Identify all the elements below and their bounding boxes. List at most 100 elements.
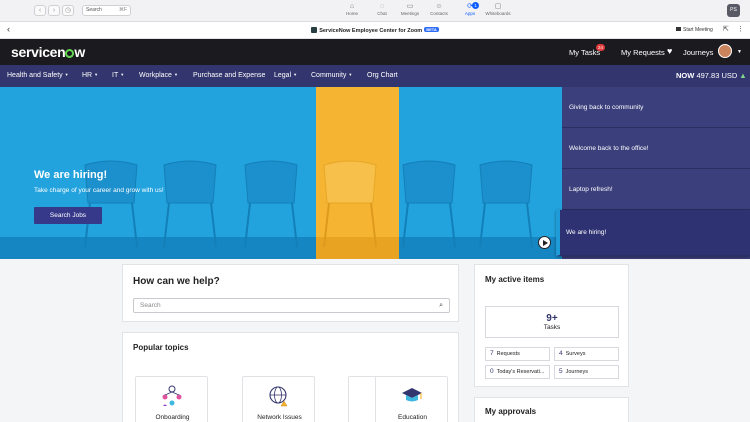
chat-icon: ◌ [379, 3, 385, 10]
logo-text-right: w [74, 44, 86, 60]
tab-label: Chat [377, 11, 387, 16]
main-nav: Health and Safety ▼ HR ▼ IT ▼ Workplace ▼ Pu… [0, 65, 750, 87]
zoom-tab-home[interactable]: ⌂ Home [337, 3, 367, 16]
topic-onboarding[interactable]: Onboarding [135, 376, 208, 422]
play-icon[interactable] [538, 236, 551, 249]
search-jobs-button[interactable]: Search Jobs [34, 207, 102, 224]
approvals-title: My approvals [485, 407, 537, 416]
back-nav-icon[interactable]: ‹ [34, 5, 46, 16]
my-requests-link[interactable]: My Requests [621, 48, 665, 57]
tab-label: Meetings [400, 11, 420, 16]
carousel-item[interactable]: Laptop refresh! [562, 169, 750, 210]
nav-workplace[interactable]: Workplace ▼ [139, 72, 178, 79]
nav-health-and-safety[interactable]: Health and Safety ▼ [7, 72, 69, 79]
nav-label: IT [112, 72, 119, 79]
topic-label: Onboarding [155, 414, 190, 421]
nav-label: HR [82, 72, 93, 79]
zoom-tab-meetings[interactable]: ▭ Meetings [395, 3, 425, 16]
active-items-card: My active items 9+ Tasks 7 Requests 4 Surv… [474, 264, 629, 387]
nav-label: Workplace [139, 72, 172, 79]
nav-org-chart[interactable]: Org Chart [367, 72, 398, 79]
nav-label: Purchase and Expense [193, 72, 266, 79]
zoom-tab-whiteboards[interactable]: ▢ Whiteboards [483, 3, 513, 16]
popular-topics-card: Popular topics Onboarding Network Issues… [122, 332, 459, 422]
carousel-item[interactable]: Giving back to community [562, 87, 750, 128]
zoom-tab-apps[interactable]: ⟳ Apps 1 [455, 2, 485, 16]
topic-network-issues[interactable]: Network Issues [242, 376, 315, 422]
chevron-down-icon: ▼ [94, 72, 99, 77]
item-count: 0 [490, 368, 494, 375]
item-label: Today's Reservati... [496, 369, 545, 375]
app-header-strip: ‹ ServiceNow Employee Center for Zoom BET… [0, 22, 750, 39]
chevron-down-icon[interactable]: ▼ [737, 49, 742, 55]
journeys-link[interactable]: Journeys [683, 48, 713, 57]
more-options-icon[interactable]: ⋮ [737, 25, 744, 33]
nav-label: Org Chart [367, 72, 398, 79]
item-count: 5 [559, 368, 563, 375]
onboarding-icon [162, 385, 182, 406]
approvals-card: My approvals [474, 397, 629, 422]
help-card: How can we help? Search ⌕ [122, 264, 459, 322]
start-meeting-button[interactable]: Start Meeting [676, 27, 713, 33]
apps-badge: 1 [472, 2, 479, 9]
chevron-down-icon: ▼ [64, 72, 69, 77]
hero-subtitle: Take charge of your career and grow with… [34, 187, 164, 194]
search-icon[interactable]: ⌕ [439, 299, 443, 312]
servicenow-logo[interactable]: servicen w [11, 44, 85, 60]
item-count: 7 [490, 350, 494, 357]
now-stock-price: NOW 497.83 USD ▲ [676, 71, 747, 80]
surveys-tile[interactable]: 4 Surveys [554, 347, 619, 361]
home-icon: ⌂ [349, 3, 355, 10]
tab-label: Home [345, 11, 358, 16]
app-title: ServiceNow Employee Center for Zoom BETA [0, 27, 750, 34]
hero-title: We are hiring! [34, 169, 108, 181]
help-title: How can we help? [133, 276, 220, 287]
item-label: Requests [496, 351, 520, 357]
item-count: 4 [559, 350, 563, 357]
forward-nav-icon[interactable]: › [48, 5, 60, 16]
reservations-tile[interactable]: 0 Today's Reservati... [485, 365, 550, 379]
item-label: Surveys [565, 351, 586, 357]
search-label: Search [86, 7, 102, 13]
now-ticker: NOW [676, 71, 695, 80]
logo-text-left: servicen [11, 44, 66, 60]
carousel-item-selected[interactable]: We are hiring! [556, 210, 750, 256]
nav-label: Health and Safety [7, 72, 63, 79]
user-avatar[interactable] [718, 44, 732, 58]
zoom-tab-contacts[interactable]: ☺ Contacts [424, 3, 454, 16]
requests-tile[interactable]: 7 Requests [485, 347, 550, 361]
tasks-tile[interactable]: 9+ Tasks [485, 306, 619, 338]
graduation-cap-icon [402, 388, 422, 402]
my-tasks-link[interactable]: My Tasks [569, 48, 600, 57]
chevron-down-icon: ▼ [348, 72, 353, 77]
nav-it[interactable]: IT ▼ [112, 72, 124, 79]
nav-label: Legal [274, 72, 292, 79]
nav-legal[interactable]: Legal ▼ [274, 72, 297, 79]
journeys-tile[interactable]: 5 Journeys [554, 365, 619, 379]
hero-banner: We are hiring! Take charge of your caree… [0, 87, 562, 259]
favorites-heart-icon[interactable]: ♥ [667, 46, 672, 56]
carousel-item[interactable]: Welcome back to the office! [562, 128, 750, 169]
tab-label: Apps [464, 11, 476, 16]
active-items-title: My active items [485, 275, 545, 284]
trend-up-icon: ▲ [739, 71, 747, 80]
zoom-profile-avatar[interactable]: PS [727, 4, 740, 17]
zoom-tab-chat[interactable]: ◌ Chat [367, 3, 397, 16]
tasks-count-badge: 24 [596, 44, 606, 51]
pop-out-icon[interactable]: ⇱ [723, 25, 729, 33]
chevron-down-icon: ▼ [173, 72, 178, 77]
servicenow-header: servicen w My Tasks 24 My Requests ♥ Jour… [0, 39, 750, 65]
tasks-label: Tasks [543, 324, 561, 331]
nav-purchase-and-expense[interactable]: Purchase and Expense [193, 72, 265, 79]
topic-education[interactable]: Education [375, 376, 448, 422]
globe-network-icon [269, 386, 288, 407]
nav-hr[interactable]: HR ▼ [82, 72, 98, 79]
beta-badge: BETA [424, 27, 439, 32]
topic-label: Network Issues [257, 414, 302, 421]
history-icon[interactable]: ◷ [62, 5, 74, 16]
nav-community[interactable]: Community ▼ [311, 72, 352, 79]
help-search-input[interactable]: Search ⌕ [133, 298, 450, 313]
start-meeting-label: Start Meeting [683, 27, 713, 33]
zoom-search-box[interactable]: Search ⌘F [82, 5, 131, 16]
carousel-panel: Giving back to community Welcome back to… [556, 87, 750, 259]
